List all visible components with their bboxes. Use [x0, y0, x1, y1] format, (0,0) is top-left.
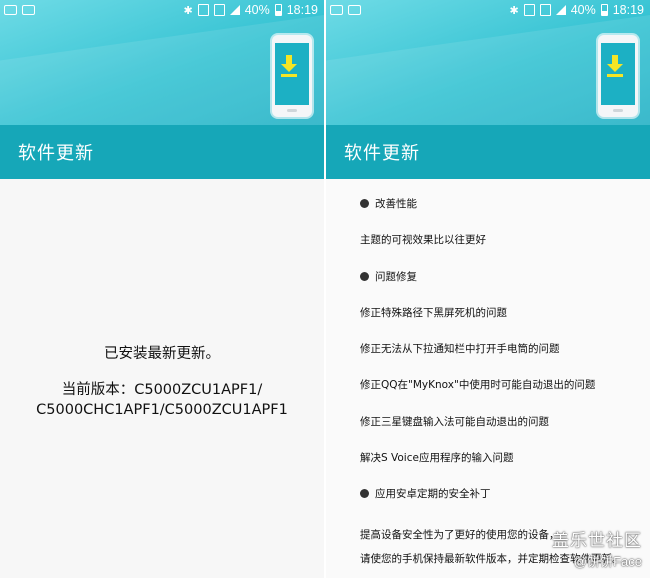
update-status-message: 已安装最新更新。 当前版本：C5000ZCU1APF1/ C5000CHC1AP… — [0, 344, 324, 420]
note-item: 修正特殊路径下黑屏死机的问题 — [360, 306, 507, 319]
note-item: 修正QQ在"MyKnox"中使用时可能自动退出的问题 — [360, 379, 596, 392]
note-item: 修正无法从下拉通知栏中打开手电筒的问题 — [360, 343, 560, 356]
page-title: 软件更新 — [18, 143, 94, 164]
clock: 18:19 — [286, 3, 318, 17]
bluetooth-icon: ✱ — [509, 3, 519, 17]
watermark: 盖乐世社区 @饼饼Face — [552, 526, 642, 570]
latest-installed-text: 已安装最新更新。 — [104, 346, 220, 362]
vibrate-icon — [213, 4, 225, 16]
watermark-author: @饼饼Face — [573, 554, 642, 569]
notification-icon — [22, 5, 35, 15]
note-item: 解决S Voice应用程序的输入问题 — [360, 452, 514, 465]
status-bar: ✱ 40% 18:19 — [326, 0, 650, 22]
vibrate-icon — [539, 4, 551, 16]
phone-download-icon — [598, 35, 638, 117]
notification-icon — [330, 5, 343, 15]
battery-percent: 40% — [244, 3, 270, 17]
download-arrow-icon — [281, 55, 297, 77]
nfc-icon — [523, 4, 535, 16]
note-heading-performance: 改善性能 — [360, 196, 650, 232]
app-bar: 软件更新 — [0, 125, 324, 179]
battery-icon — [600, 4, 608, 16]
page-title: 软件更新 — [344, 143, 420, 164]
screenshot-composite: ✱ 40% 18:19 软件更新 已安装最新更新。 当前版本：C5000ZCU1… — [0, 0, 650, 578]
battery-icon — [274, 4, 282, 16]
note-heading-fixes: 问题修复 — [360, 269, 650, 305]
notification-icon — [4, 5, 17, 15]
app-bar: 软件更新 — [326, 125, 650, 179]
signal-icon — [229, 5, 240, 15]
bluetooth-icon: ✱ — [183, 3, 193, 17]
notification-icons — [330, 5, 361, 15]
right-screen: ✱ 40% 18:19 软件更新 改善性能 主题的可视效果比以往更好 问题修复 … — [326, 0, 650, 578]
clock: 18:19 — [612, 3, 644, 17]
release-notes: 改善性能 主题的可视效果比以往更好 问题修复 修正特殊路径下黑屏死机的问题 修正… — [360, 196, 650, 571]
download-arrow-icon — [607, 55, 623, 77]
header-banner: ✱ 40% 18:19 — [326, 0, 650, 125]
phone-download-icon — [272, 35, 312, 117]
note-item: 修正三星键盘输入法可能自动退出的问题 — [360, 415, 549, 428]
current-version-text-cont: C5000CHC1APF1/C5000ZCU1APF1 — [36, 402, 288, 418]
watermark-site: 盖乐世社区 — [552, 531, 642, 550]
notification-icon — [348, 5, 361, 15]
note-item: 主题的可视效果比以往更好 — [360, 234, 486, 247]
header-banner: ✱ 40% 18:19 — [0, 0, 324, 125]
nfc-icon — [197, 4, 209, 16]
signal-icon — [555, 5, 566, 15]
left-screen: ✱ 40% 18:19 软件更新 已安装最新更新。 当前版本：C5000ZCU1… — [0, 0, 324, 578]
status-bar: ✱ 40% 18:19 — [0, 0, 324, 22]
notification-icons — [4, 5, 35, 15]
battery-percent: 40% — [570, 3, 596, 17]
note-heading-security: 应用安卓定期的安全补丁 — [360, 486, 650, 522]
current-version-text: 当前版本：C5000ZCU1APF1/ — [61, 382, 263, 398]
